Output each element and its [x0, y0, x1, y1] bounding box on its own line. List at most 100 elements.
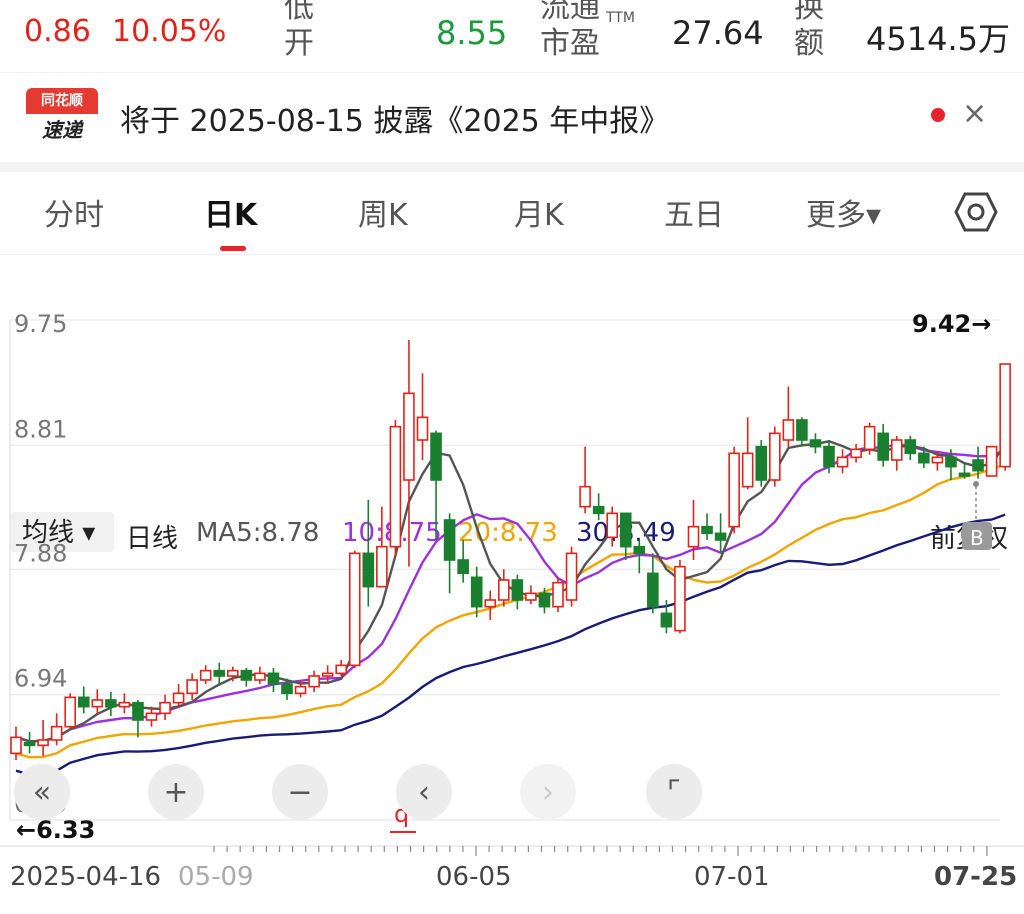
- scroll-right-button[interactable]: ›: [520, 764, 576, 820]
- candle: [863, 422, 876, 455]
- candle-body: [728, 452, 740, 528]
- candle: [850, 444, 862, 463]
- candle-body: [37, 739, 49, 747]
- logo-bottom-text: 速递: [26, 114, 98, 146]
- candle-body: [443, 519, 456, 561]
- candle: [308, 670, 320, 692]
- candle-body: [254, 672, 266, 681]
- pe-ttm-tag: TTM: [606, 10, 635, 26]
- candle-body: [23, 741, 36, 747]
- candle-body: [525, 592, 537, 601]
- ma30-line: [15, 513, 1006, 776]
- candle: [985, 445, 998, 477]
- candle: [132, 700, 144, 738]
- candle: [91, 689, 104, 714]
- candle-body: [91, 699, 104, 708]
- candle: [796, 417, 808, 447]
- candle-body: [10, 736, 22, 755]
- candle-body: [687, 525, 700, 548]
- candle-body: [985, 445, 998, 477]
- candle-body: [565, 552, 578, 601]
- rewind-button[interactable]: «: [14, 764, 70, 820]
- quote-summary-bar: 0.86 10.05% 低 开 8.55 流通 市盈 TTM 27.64 换 额…: [0, 0, 1024, 70]
- candle: [105, 692, 117, 716]
- candle-body: [823, 445, 835, 468]
- candle-body: [809, 439, 822, 448]
- candle-body: [674, 565, 686, 632]
- candle-body: [64, 696, 76, 728]
- high-price-marker: 9.42→: [912, 310, 991, 338]
- candle: [877, 424, 890, 467]
- active-tab-indicator: [220, 246, 246, 251]
- candle-body: [918, 452, 930, 464]
- settings-hexagon-icon[interactable]: [954, 190, 998, 234]
- candle-body: [890, 439, 903, 461]
- candle-body: [484, 599, 497, 608]
- candle-body: [321, 672, 334, 677]
- candle-body: [538, 592, 551, 608]
- candle: [23, 732, 36, 754]
- close-icon[interactable]: ×: [962, 96, 987, 131]
- candle: [592, 493, 605, 520]
- candle-body: [592, 505, 605, 515]
- signal-dot: [973, 481, 979, 487]
- disclosure-text[interactable]: 将于 2025-08-15 披露《2025 年中报》: [120, 96, 669, 140]
- zoom-in-button[interactable]: +: [148, 764, 204, 820]
- scroll-left-button[interactable]: ‹: [396, 764, 452, 820]
- candle: [335, 660, 348, 676]
- candle-body: [701, 525, 713, 535]
- candle-body: [552, 581, 564, 608]
- open-label: 开: [284, 26, 314, 61]
- tab-monthly-k[interactable]: 月K: [514, 190, 564, 234]
- candle: [579, 446, 591, 514]
- candle-body: [389, 425, 402, 548]
- candle-body: [755, 445, 768, 481]
- candle-body: [267, 672, 280, 685]
- candle-body: [430, 432, 442, 481]
- candle-body: [579, 485, 591, 508]
- candle-body: [931, 456, 944, 464]
- fullscreen-button[interactable]: ⌜: [646, 764, 702, 820]
- candle-body: [213, 669, 226, 677]
- buy-signal-label: B: [970, 526, 984, 550]
- candle-body: [796, 419, 808, 441]
- tab-intraday[interactable]: 分时: [44, 190, 104, 234]
- y-tick-label: 6.94: [14, 665, 67, 693]
- candle-body: [470, 576, 483, 608]
- candle-body: [768, 432, 781, 481]
- candle: [389, 420, 402, 556]
- candle: [768, 426, 781, 487]
- candle-body: [904, 439, 917, 455]
- zoom-out-button[interactable]: −: [272, 764, 328, 820]
- tab-daily-k[interactable]: 日K: [204, 190, 257, 234]
- candle-body: [132, 701, 144, 721]
- candle: [254, 666, 266, 684]
- candle-body: [999, 363, 1011, 468]
- candle: [809, 433, 822, 454]
- candle: [199, 665, 212, 684]
- x-label-0701: 07-01: [694, 862, 770, 892]
- candle-body: [77, 696, 90, 708]
- candle-body: [782, 419, 795, 441]
- tonghuashun-logo: 同花顺 速递: [26, 88, 98, 146]
- pe-label: 市盈: [540, 26, 600, 61]
- open-value: 8.55: [436, 14, 508, 52]
- tab-weekly-k[interactable]: 周K: [358, 190, 408, 234]
- logo-top-text: 同花顺: [26, 88, 98, 114]
- candle-body: [362, 552, 375, 588]
- amount-label: 额: [794, 26, 824, 61]
- candle: [497, 569, 510, 607]
- price-change-percent: 10.05%: [112, 14, 227, 49]
- candle-body: [945, 456, 957, 468]
- section-divider: [0, 162, 1024, 172]
- candle-body: [240, 669, 253, 681]
- candle-body: [850, 448, 862, 459]
- candle-body: [294, 685, 307, 695]
- candle: [484, 590, 497, 620]
- tab-more[interactable]: 更多▾: [806, 190, 881, 234]
- candle-body: [714, 532, 727, 541]
- tab-five-day[interactable]: 五日: [664, 190, 724, 234]
- candle-body: [403, 392, 415, 481]
- candle: [77, 686, 90, 714]
- candle: [470, 566, 483, 618]
